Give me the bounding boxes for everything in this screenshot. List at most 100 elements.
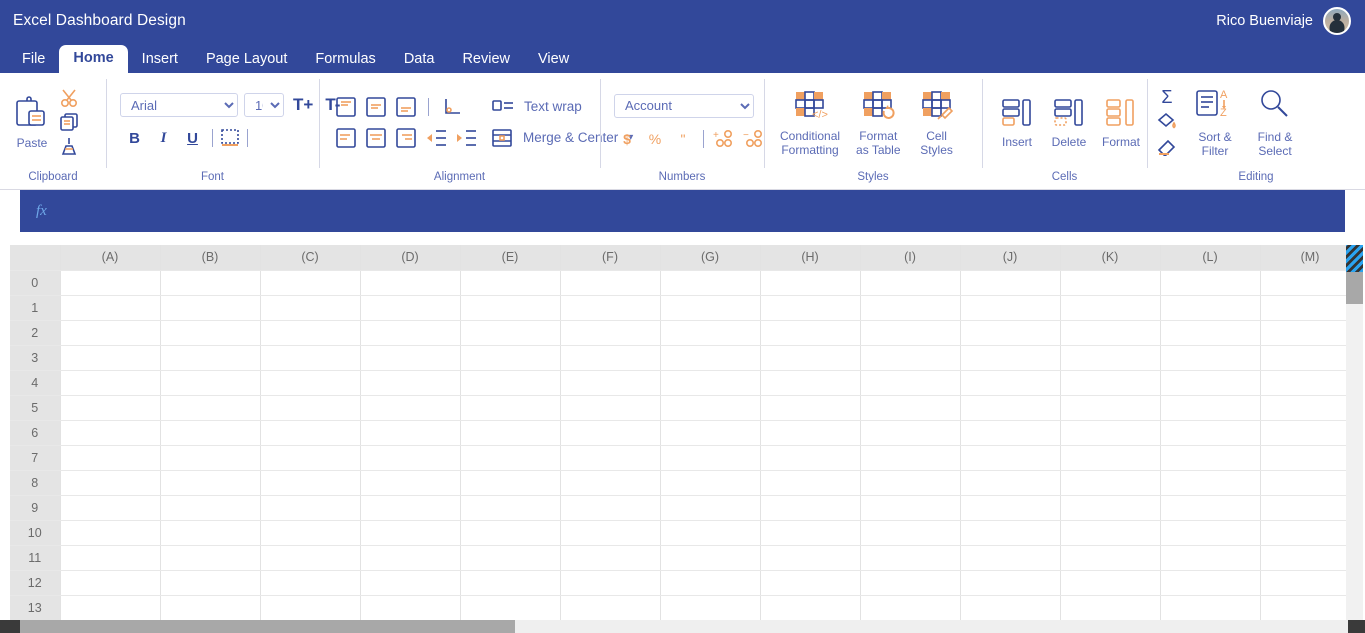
grid-cell[interactable] [660, 445, 761, 471]
grid-cell[interactable] [160, 445, 261, 471]
grid-cell[interactable] [660, 545, 761, 571]
grid-cell[interactable] [60, 495, 161, 521]
grid-cell[interactable] [460, 470, 561, 496]
grid-cell[interactable] [560, 320, 661, 346]
grid-resize-grip[interactable] [1346, 245, 1363, 272]
grid-cell[interactable] [660, 295, 761, 321]
grid-cell[interactable] [1260, 470, 1361, 496]
grid-cell[interactable] [60, 520, 161, 546]
merge-center-icon[interactable] [489, 126, 515, 150]
grid-cell[interactable] [1260, 370, 1361, 396]
column-header-l[interactable]: (L) [1160, 245, 1261, 271]
grid-cell[interactable] [960, 470, 1061, 496]
grid-cell[interactable] [1160, 420, 1261, 446]
grid-cell[interactable] [1060, 470, 1161, 496]
grid-cell[interactable] [460, 345, 561, 371]
grid-cell[interactable] [560, 495, 661, 521]
column-header-j[interactable]: (J) [960, 245, 1061, 271]
grid-cell[interactable] [560, 545, 661, 571]
grid-cell[interactable] [1060, 520, 1161, 546]
autosum-button[interactable]: Σ [1161, 88, 1172, 106]
grid-cell[interactable] [960, 445, 1061, 471]
grid-cell[interactable] [60, 320, 161, 346]
tab-file[interactable]: File [8, 47, 59, 74]
grid-cell[interactable] [460, 420, 561, 446]
underline-button[interactable]: U [178, 125, 207, 151]
vertical-scrollbar-thumb[interactable] [1346, 272, 1363, 304]
grid-cell[interactable] [260, 595, 361, 621]
row-header[interactable]: 2 [10, 320, 61, 346]
column-header-g[interactable]: (G) [660, 245, 761, 271]
grid-cell[interactable] [860, 445, 961, 471]
grid-cell[interactable] [560, 520, 661, 546]
increase-indent-icon[interactable] [453, 126, 479, 150]
font-name-select[interactable]: Arial [120, 93, 238, 118]
grid-cell[interactable] [960, 595, 1061, 621]
grid-cell[interactable] [960, 495, 1061, 521]
grid-cell[interactable] [1160, 470, 1261, 496]
scissors-icon[interactable] [58, 88, 80, 108]
grid-cell[interactable] [1160, 545, 1261, 571]
grid-cell[interactable] [760, 545, 861, 571]
grid-cell[interactable] [160, 345, 261, 371]
grid-cell[interactable] [1260, 320, 1361, 346]
grid-cell[interactable] [1160, 520, 1261, 546]
grid-cell[interactable] [460, 595, 561, 621]
grid-cell[interactable] [960, 395, 1061, 421]
grid-cell[interactable] [160, 370, 261, 396]
grid-cell[interactable] [660, 595, 761, 621]
grid-cell[interactable] [1260, 445, 1361, 471]
grid-cell[interactable] [660, 270, 761, 296]
grid-cell[interactable] [460, 495, 561, 521]
percent-format-button[interactable]: % [642, 131, 668, 147]
italic-button[interactable]: I [149, 125, 178, 151]
row-header[interactable]: 7 [10, 445, 61, 471]
grid-cell[interactable] [760, 270, 861, 296]
grid-cell[interactable] [1260, 345, 1361, 371]
find-select-button[interactable]: Find & Select [1255, 86, 1295, 159]
grid-cell[interactable] [560, 370, 661, 396]
fx-icon[interactable]: fx [36, 203, 47, 220]
tab-data[interactable]: Data [390, 47, 449, 74]
grid-cell[interactable] [360, 570, 461, 596]
grid-cell[interactable] [460, 570, 561, 596]
grid-cell[interactable] [760, 495, 861, 521]
grid-cell[interactable] [560, 295, 661, 321]
grid-cell[interactable] [60, 370, 161, 396]
grid-cell[interactable] [960, 295, 1061, 321]
grid-cell[interactable] [160, 495, 261, 521]
grid-cell[interactable] [660, 470, 761, 496]
grid-cell[interactable] [1260, 420, 1361, 446]
grid-cell[interactable] [1060, 395, 1161, 421]
align-left-icon[interactable] [333, 126, 359, 150]
grid-cell[interactable] [1260, 495, 1361, 521]
borders-icon[interactable] [218, 127, 242, 149]
grid-cell[interactable] [360, 470, 461, 496]
grid-cell[interactable] [760, 320, 861, 346]
column-header-d[interactable]: (D) [360, 245, 461, 271]
delete-cells-button[interactable]: Delete [1050, 95, 1088, 150]
format-painter-icon[interactable] [58, 136, 80, 156]
fill-color-icon[interactable] [1155, 111, 1179, 131]
grid-cell[interactable] [760, 295, 861, 321]
grid-cell[interactable] [560, 445, 661, 471]
grid-cell[interactable] [60, 545, 161, 571]
grid-cell[interactable] [460, 445, 561, 471]
row-header[interactable]: 4 [10, 370, 61, 396]
grid-cell[interactable] [660, 570, 761, 596]
grid-cell[interactable] [760, 595, 861, 621]
column-header-m[interactable]: (M) [1260, 245, 1361, 271]
grid-cell[interactable] [360, 320, 461, 346]
grid-cell[interactable] [160, 320, 261, 346]
grid-cell[interactable] [760, 445, 861, 471]
decrease-indent-icon[interactable] [423, 126, 449, 150]
tab-insert[interactable]: Insert [128, 47, 192, 74]
tab-home[interactable]: Home [59, 44, 128, 73]
grid-cell[interactable] [60, 395, 161, 421]
grid-cell[interactable] [1260, 545, 1361, 571]
column-header-i[interactable]: (I) [860, 245, 961, 271]
grid-cell[interactable] [360, 420, 461, 446]
grid-cell[interactable] [1160, 495, 1261, 521]
grid-cell[interactable] [560, 395, 661, 421]
grid-cell[interactable] [760, 420, 861, 446]
